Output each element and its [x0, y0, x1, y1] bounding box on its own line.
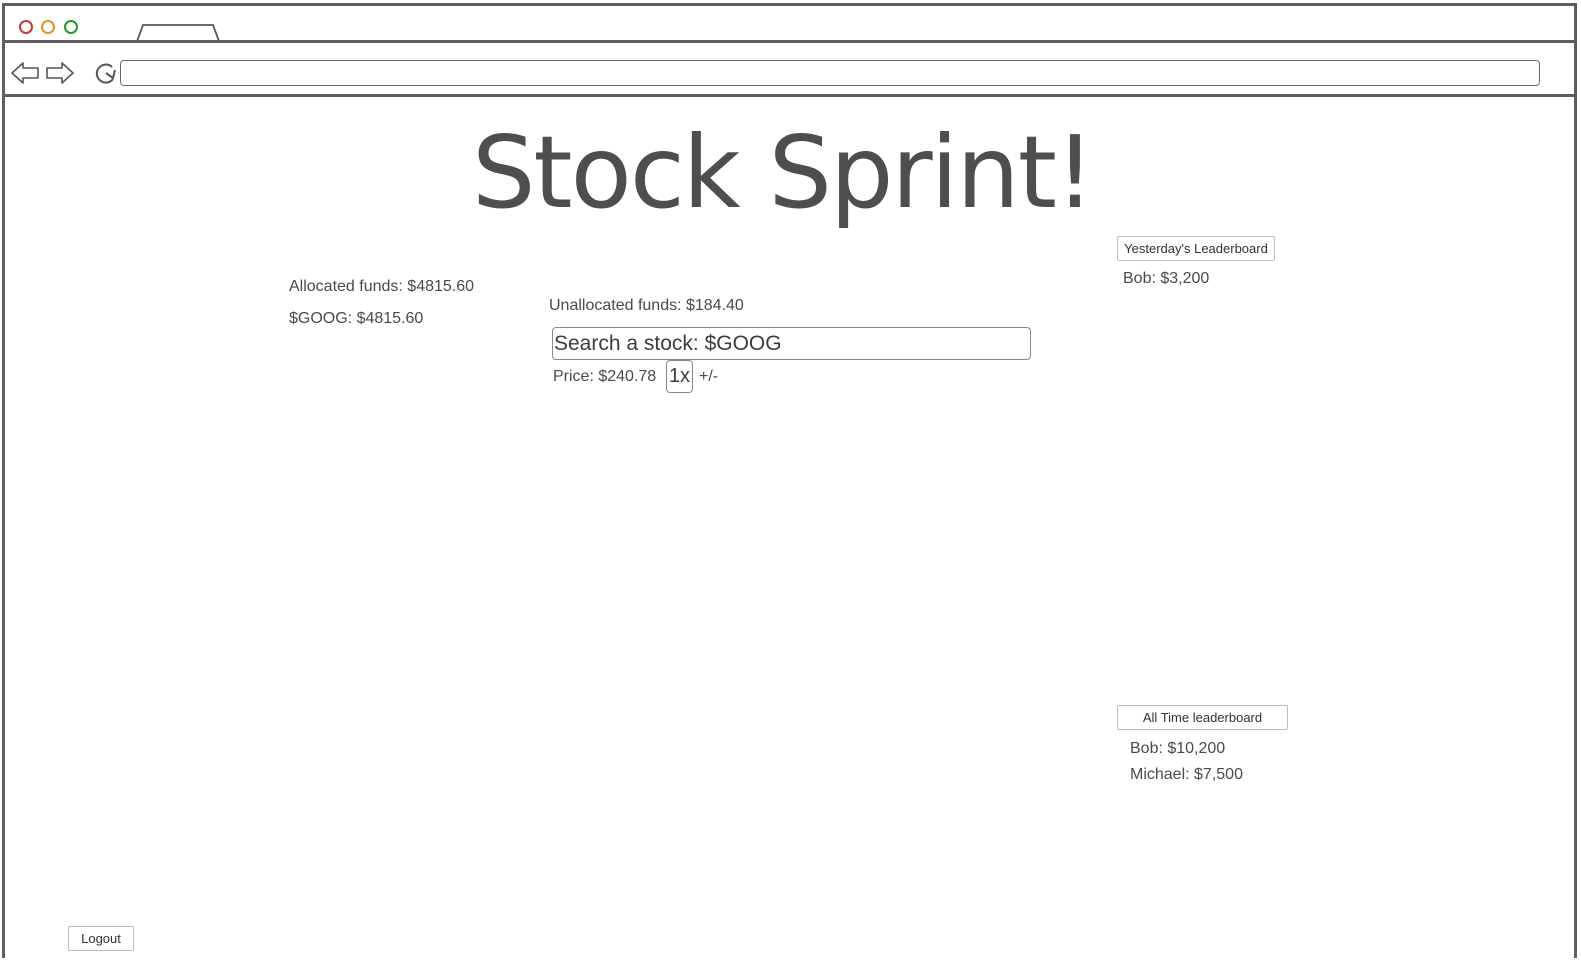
forward-arrow-icon[interactable]: [45, 60, 75, 86]
all-time-leaderboard-entry: Michael: $7,500: [1130, 766, 1243, 783]
stock-search-input[interactable]: [552, 327, 1031, 360]
back-arrow-icon[interactable]: [10, 60, 40, 86]
page-title: Stock Sprint!: [471, 114, 1095, 231]
multiplier-button[interactable]: 1x: [666, 360, 693, 393]
all-time-leaderboard-entry: Bob: $10,200: [1130, 740, 1226, 757]
refresh-icon[interactable]: [92, 60, 118, 86]
adjust-quantity-toggle[interactable]: +/-: [699, 368, 718, 386]
close-window-icon[interactable]: [19, 20, 33, 34]
yesterday-leaderboard-entry: Bob: $3,200: [1123, 270, 1210, 287]
maximize-window-icon[interactable]: [64, 20, 78, 34]
allocated-funds-label: Allocated funds: $4815.60: [289, 278, 475, 295]
all-time-leaderboard-button[interactable]: All Time leaderboard: [1117, 705, 1288, 730]
stock-price-label: Price: $240.78: [553, 368, 657, 385]
logout-button[interactable]: Logout: [68, 926, 134, 951]
browser-title-bar: [2, 3, 1577, 45]
address-bar[interactable]: [120, 60, 1540, 86]
browser-nav-bar: [2, 40, 1577, 97]
minimize-window-icon[interactable]: [41, 20, 55, 34]
holding-goog: $GOOG: $4815.60: [289, 310, 424, 327]
yesterdays-leaderboard-button[interactable]: Yesterday's Leaderboard: [1117, 236, 1275, 261]
unallocated-funds-label: Unallocated funds: $184.40: [549, 297, 744, 314]
